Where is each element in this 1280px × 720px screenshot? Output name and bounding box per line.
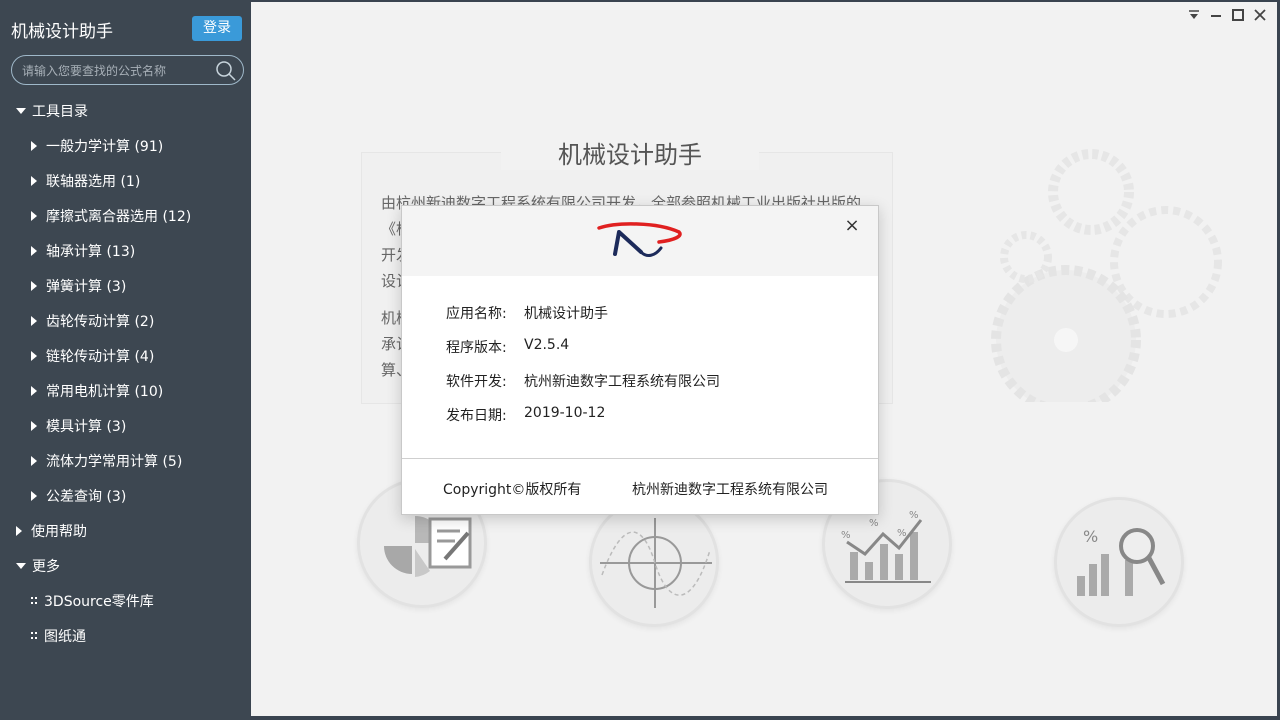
minimize-icon[interactable]	[1209, 8, 1223, 22]
svg-text:%: %	[841, 530, 851, 541]
info-label: 应用名称:	[446, 306, 507, 322]
tree-item-label: 齿轮传动计算 (2)	[46, 313, 155, 330]
maximize-icon[interactable]	[1231, 8, 1245, 22]
sidebar: 机械设计助手 登录 工具目录 一般力学计算 (91) 联轴器选用 (1) 摩擦式…	[0, 0, 250, 720]
tree-item[interactable]: 常用电机计算 (10)	[0, 373, 250, 408]
info-value: 杭州新迪数字工程系统有限公司	[524, 374, 720, 390]
tree-item[interactable]: 公差查询 (3)	[0, 478, 250, 513]
company-name-text: 杭州新迪数字工程系统有限公司	[632, 482, 828, 498]
tree-more-item-label: 图纸通	[44, 628, 86, 645]
tree-more-item[interactable]: 3DSource零件库	[0, 583, 250, 618]
tree-item-label: 模具计算 (3)	[46, 418, 127, 435]
caret-right-icon	[31, 315, 37, 326]
caret-right-icon	[31, 490, 37, 501]
tree-item-label: 一般力学计算 (91)	[46, 138, 164, 155]
tree-item[interactable]: 模具计算 (3)	[0, 408, 250, 443]
info-value: 2019-10-12	[524, 405, 606, 421]
tree-item-label: 联轴器选用 (1)	[46, 173, 141, 190]
grid-dots-icon	[31, 596, 37, 605]
info-label: 软件开发:	[446, 374, 507, 390]
tree-more-item-label: 3DSource零件库	[44, 593, 154, 610]
info-row: 程序版本: V2.5.4	[446, 337, 720, 371]
dialog-header: ×	[402, 206, 878, 276]
tree-item-label: 摩擦式离合器选用 (12)	[46, 208, 192, 225]
svg-text:%: %	[909, 510, 919, 521]
dropdown-menu-icon[interactable]	[1187, 8, 1201, 22]
info-label: 程序版本:	[446, 340, 507, 356]
tree-item-label: 常用电机计算 (10)	[46, 383, 164, 400]
tree-item[interactable]: 流体力学常用计算 (5)	[0, 443, 250, 478]
tree-more-label: 更多	[32, 558, 60, 575]
caret-right-icon	[31, 210, 37, 221]
caret-down-icon	[16, 107, 26, 114]
intro-title: 机械设计助手	[501, 135, 759, 170]
tree-item-label: 流体力学常用计算 (5)	[46, 453, 183, 470]
info-row: 发布日期: 2019-10-12	[446, 405, 720, 439]
caret-right-icon	[31, 245, 37, 256]
svg-text:%: %	[869, 518, 879, 529]
caret-right-icon	[31, 280, 37, 291]
app-info: 应用名称: 机械设计助手 程序版本: V2.5.4 软件开发: 杭州新迪数字工程…	[446, 303, 720, 439]
caret-right-icon	[31, 420, 37, 431]
svg-text:%: %	[1083, 527, 1098, 546]
grid-dots-icon	[31, 631, 37, 640]
tree-more-item[interactable]: 图纸通	[0, 618, 250, 653]
caret-right-icon	[31, 455, 37, 466]
info-value: 机械设计助手	[524, 306, 608, 322]
caret-right-icon	[31, 385, 37, 396]
tree-item-label: 公差查询 (3)	[46, 488, 127, 505]
close-window-icon[interactable]	[1253, 8, 1267, 22]
caret-right-icon	[31, 140, 37, 151]
tree-help-label: 使用帮助	[31, 523, 87, 540]
caret-down-icon	[16, 562, 26, 569]
tree-item[interactable]: 链轮传动计算 (4)	[0, 338, 250, 373]
company-logo-icon	[597, 222, 682, 257]
info-value: V2.5.4	[524, 337, 570, 353]
info-row: 软件开发: 杭州新迪数字工程系统有限公司	[446, 371, 720, 405]
tree-root-help[interactable]: 使用帮助	[0, 513, 250, 548]
tree-item-label: 链轮传动计算 (4)	[46, 348, 155, 365]
magnifier-chart-icon: %	[1077, 527, 1166, 596]
tree-item[interactable]: 联轴器选用 (1)	[0, 163, 250, 198]
caret-right-icon	[31, 175, 37, 186]
svg-text:%: %	[897, 528, 907, 539]
tree-item-label: 弹簧计算 (3)	[46, 278, 127, 295]
info-row: 应用名称: 机械设计助手	[446, 303, 720, 337]
tree-root-label: 工具目录	[32, 103, 88, 120]
search-input[interactable]	[22, 62, 212, 80]
tree-root-tools[interactable]: 工具目录	[0, 93, 250, 128]
tool-tree: 工具目录 一般力学计算 (91) 联轴器选用 (1) 摩擦式离合器选用 (12)…	[0, 93, 250, 653]
feature-data-search[interactable]: %	[1054, 497, 1184, 627]
window-controls	[1187, 8, 1267, 22]
caret-right-icon	[31, 350, 37, 361]
tree-root-more[interactable]: 更多	[0, 548, 250, 583]
tree-item[interactable]: 摩擦式离合器选用 (12)	[0, 198, 250, 233]
tree-item[interactable]: 齿轮传动计算 (2)	[0, 303, 250, 338]
tree-item[interactable]: 弹簧计算 (3)	[0, 268, 250, 303]
tree-item[interactable]: 一般力学计算 (91)	[0, 128, 250, 163]
dialog-divider	[402, 458, 878, 459]
search-icon[interactable]	[215, 60, 237, 82]
copyright-text: Copyright©版权所有	[443, 482, 582, 498]
login-button[interactable]: 登录	[192, 16, 242, 41]
crosshair-curve-icon	[600, 518, 712, 608]
caret-right-icon	[16, 525, 22, 536]
search-box	[11, 55, 244, 85]
gears-decoration-icon	[991, 149, 1222, 402]
about-dialog: × 应用名称: 机械设计助手 程序版本: V2.5.4 软件开发: 杭州新迪数字…	[401, 205, 879, 515]
dialog-close-button[interactable]: ×	[844, 217, 860, 235]
info-label: 发布日期:	[446, 408, 507, 424]
app-title: 机械设计助手	[11, 22, 113, 42]
tree-item[interactable]: 轴承计算 (13)	[0, 233, 250, 268]
tree-item-label: 轴承计算 (13)	[46, 243, 136, 260]
feature-curve-analysis[interactable]	[589, 497, 719, 627]
